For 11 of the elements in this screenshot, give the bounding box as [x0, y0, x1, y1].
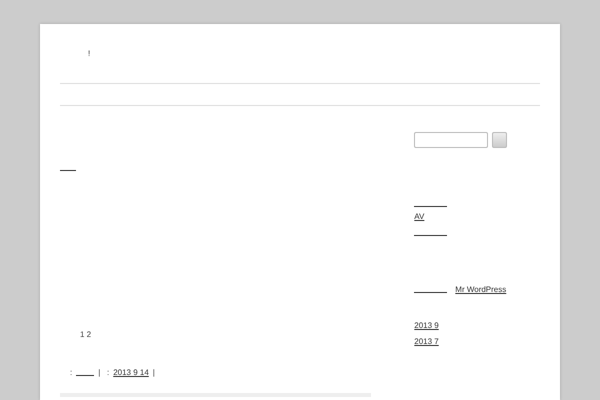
archive-link[interactable]: 2013 7	[414, 336, 439, 348]
link[interactable]: 2013 9 14	[113, 367, 149, 379]
search-field[interactable]	[414, 132, 488, 148]
link[interactable]: Mr WordPress	[455, 284, 506, 296]
meta-text: :	[70, 367, 72, 379]
meta-text: |	[152, 367, 155, 379]
site-title: !	[88, 48, 90, 60]
archive-link[interactable]: 2013 9	[414, 320, 439, 332]
meta-text: | :	[98, 367, 110, 379]
link[interactable]: AV	[414, 211, 424, 223]
post-pagination: 1 2	[79, 329, 92, 341]
